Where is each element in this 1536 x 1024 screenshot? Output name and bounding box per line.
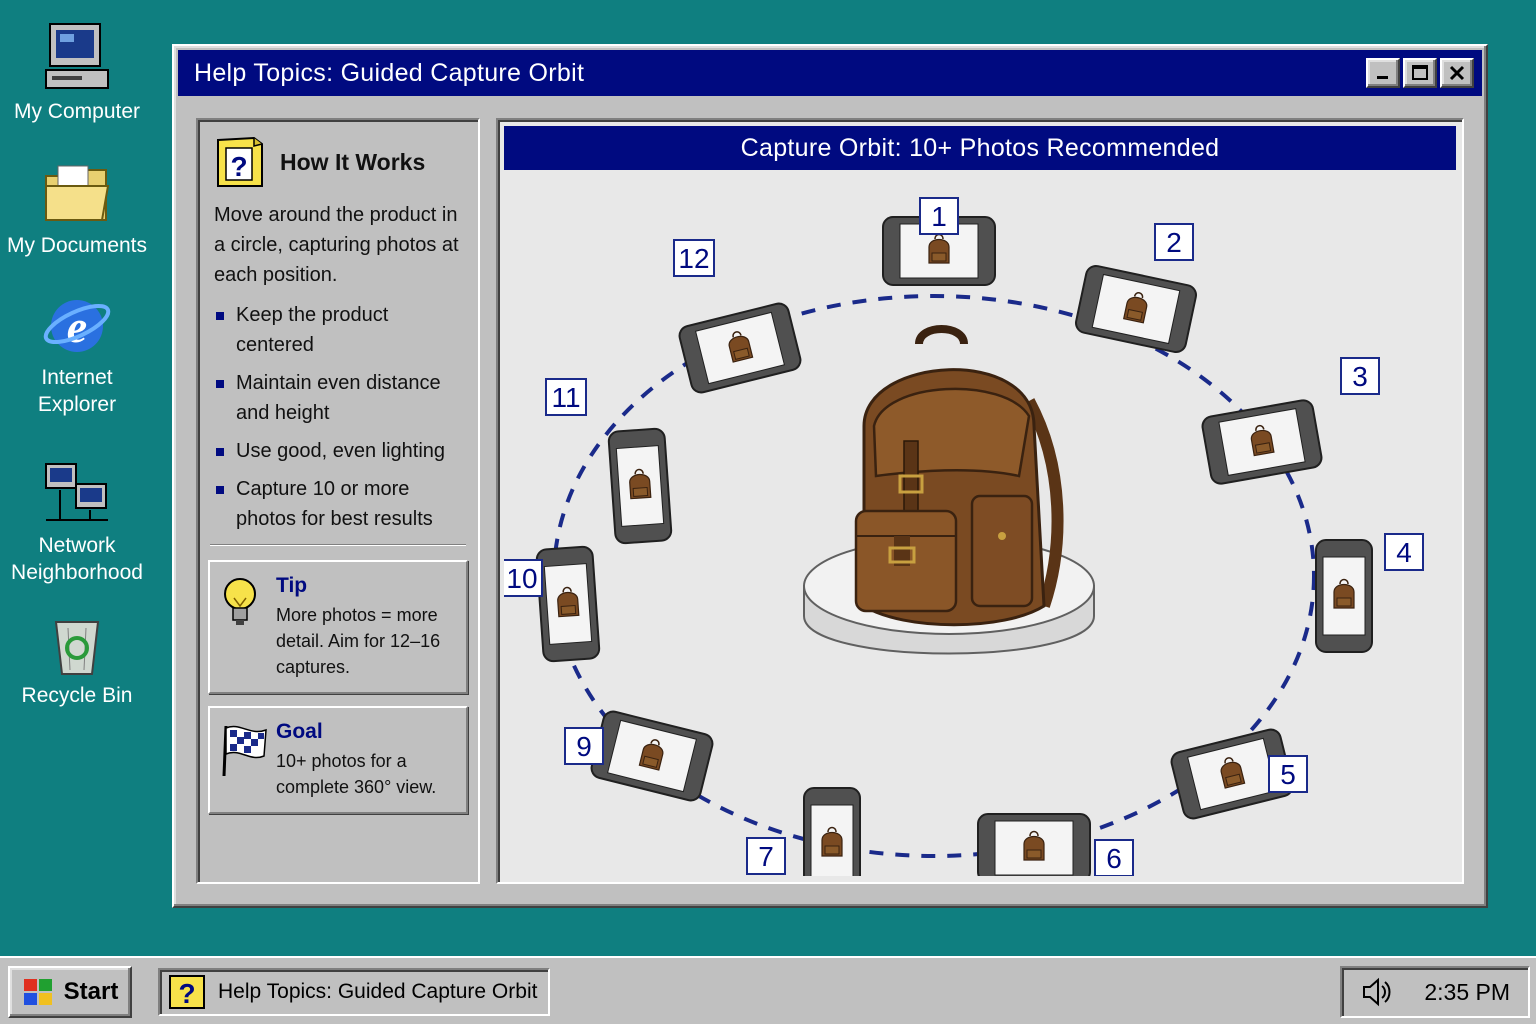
position-number: 3 [1352, 361, 1368, 392]
recycle-bin-icon [54, 621, 100, 675]
system-tray: 2:35 PM [1340, 966, 1530, 1018]
start-label: Start [63, 978, 119, 1005]
position-label-12: 12 [673, 239, 715, 277]
help-window[interactable]: Help Topics: Guided Capture Orbit ? How … [172, 44, 1488, 908]
position-label-11: 11 [545, 378, 587, 416]
goal-card: Goal 10+ photos for a complete 360° view… [208, 706, 468, 814]
position-label-4: 4 [1384, 533, 1424, 571]
capture-orbit-diagram: 12345679101112 [504, 197, 1424, 876]
camera-position-7 [803, 787, 861, 876]
position-label-6: 6 [1094, 839, 1134, 876]
clock: 2:35 PM [1424, 978, 1510, 1005]
goal-text: 10+ photos for a complete 360° view. [276, 751, 437, 797]
position-number: 5 [1280, 759, 1296, 790]
position-label-2: 2 [1154, 223, 1194, 261]
list-item: Keep the product centered [214, 300, 462, 360]
position-number: 12 [678, 243, 709, 274]
position-label-3: 3 [1340, 357, 1380, 395]
tip-text: More photos = more detail. Aim for 12–16… [276, 605, 441, 677]
camera-position-12 [678, 302, 802, 394]
camera-position-11 [607, 427, 673, 545]
minimize-icon [1377, 76, 1388, 79]
position-label-7: 7 [746, 837, 786, 875]
desktop-label: Recycle Bin [21, 684, 133, 707]
list-item: Use good, even lighting [214, 436, 462, 466]
start-button[interactable]: Start [8, 966, 132, 1018]
window-titlebar[interactable]: Help Topics: Guided Capture Orbit [178, 50, 1482, 96]
checkered-flag-icon [222, 725, 267, 777]
internet-explorer-icon: e [43, 300, 111, 352]
lightbulb-icon [224, 578, 256, 625]
backpack-product [854, 325, 1064, 627]
desktop-label: Internet Explorer [37, 366, 117, 416]
taskbar: Start ? Help Topics: Guided Capture Orbi… [0, 956, 1536, 1024]
position-number: 2 [1166, 227, 1182, 258]
desktop-label: My Documents [6, 234, 148, 257]
desktop-label: Network Neighborhood [11, 534, 143, 584]
camera-position-2 [1075, 264, 1197, 354]
help-book-icon: ? [217, 136, 263, 187]
position-label-5: 5 [1268, 755, 1308, 793]
divider [210, 544, 466, 546]
network-icon [45, 463, 108, 521]
goal-title: Goal [276, 720, 323, 743]
close-icon [1449, 65, 1465, 81]
folder-icon [45, 165, 110, 221]
how-it-works-panel: ? How It Works Move around the product i… [196, 118, 480, 884]
position-label-10: 10 [504, 559, 543, 597]
desktop-icon-internet-explorer[interactable]: e Internet Explorer [2, 290, 152, 418]
position-number: 9 [576, 731, 592, 762]
camera-position-9 [590, 710, 714, 802]
desktop-icon-my-documents[interactable]: My Documents [2, 162, 152, 259]
computer-icon [45, 23, 109, 89]
close-button[interactable] [1440, 58, 1474, 88]
list-item: Capture 10 or more photos for best resul… [214, 474, 462, 534]
maximize-button[interactable] [1403, 58, 1437, 88]
position-number: 6 [1106, 843, 1122, 874]
position-number: 7 [758, 841, 774, 872]
maximize-icon [1412, 65, 1428, 80]
help-book-icon: ? [169, 975, 205, 1009]
window-title: Help Topics: Guided Capture Orbit [194, 58, 585, 87]
desktop-icon-network-neighborhood[interactable]: Network Neighborhood [2, 458, 152, 586]
how-it-works-header: ? How It Works [214, 134, 462, 190]
camera-position-4 [1315, 539, 1373, 653]
tip-title: Tip [276, 574, 308, 597]
position-number: 1 [931, 201, 947, 232]
position-label-9: 9 [564, 727, 604, 765]
position-number: 10 [506, 563, 537, 594]
list-item: Maintain even distance and height [214, 368, 462, 428]
how-it-works-intro: Move around the product in a circle, cap… [214, 204, 459, 286]
position-number: 4 [1396, 537, 1412, 568]
taskbar-window-label: Help Topics: Guided Capture Orbit [218, 980, 538, 1003]
windows-logo-icon [23, 979, 52, 1005]
tips-list: Keep the product centered Maintain even … [214, 300, 462, 534]
tip-card: Tip More photos = more detail. Aim for 1… [208, 560, 468, 694]
how-it-works-title: How It Works [280, 148, 426, 175]
svg-text:?: ? [178, 978, 195, 1009]
minimize-button[interactable] [1366, 58, 1400, 88]
speaker-icon[interactable] [1360, 976, 1394, 1008]
capture-orbit-panel: Capture Orbit: 10+ Photos Recommended 1 … [496, 118, 1464, 884]
camera-position-6 [977, 813, 1091, 876]
desktop-icon-my-computer[interactable]: My Computer [2, 22, 152, 125]
desktop-label: My Computer [13, 100, 141, 123]
position-number: 11 [551, 382, 580, 413]
diagram-title: Capture Orbit: 10+ Photos Recommended [504, 126, 1456, 170]
camera-position-3 [1201, 399, 1323, 485]
camera-position-10 [535, 545, 601, 663]
desktop-icon-recycle-bin[interactable]: Recycle Bin [2, 612, 152, 709]
taskbar-window-button[interactable]: ? Help Topics: Guided Capture Orbit [158, 968, 550, 1016]
position-label-1: 1 [919, 197, 959, 235]
svg-text:?: ? [230, 151, 247, 182]
